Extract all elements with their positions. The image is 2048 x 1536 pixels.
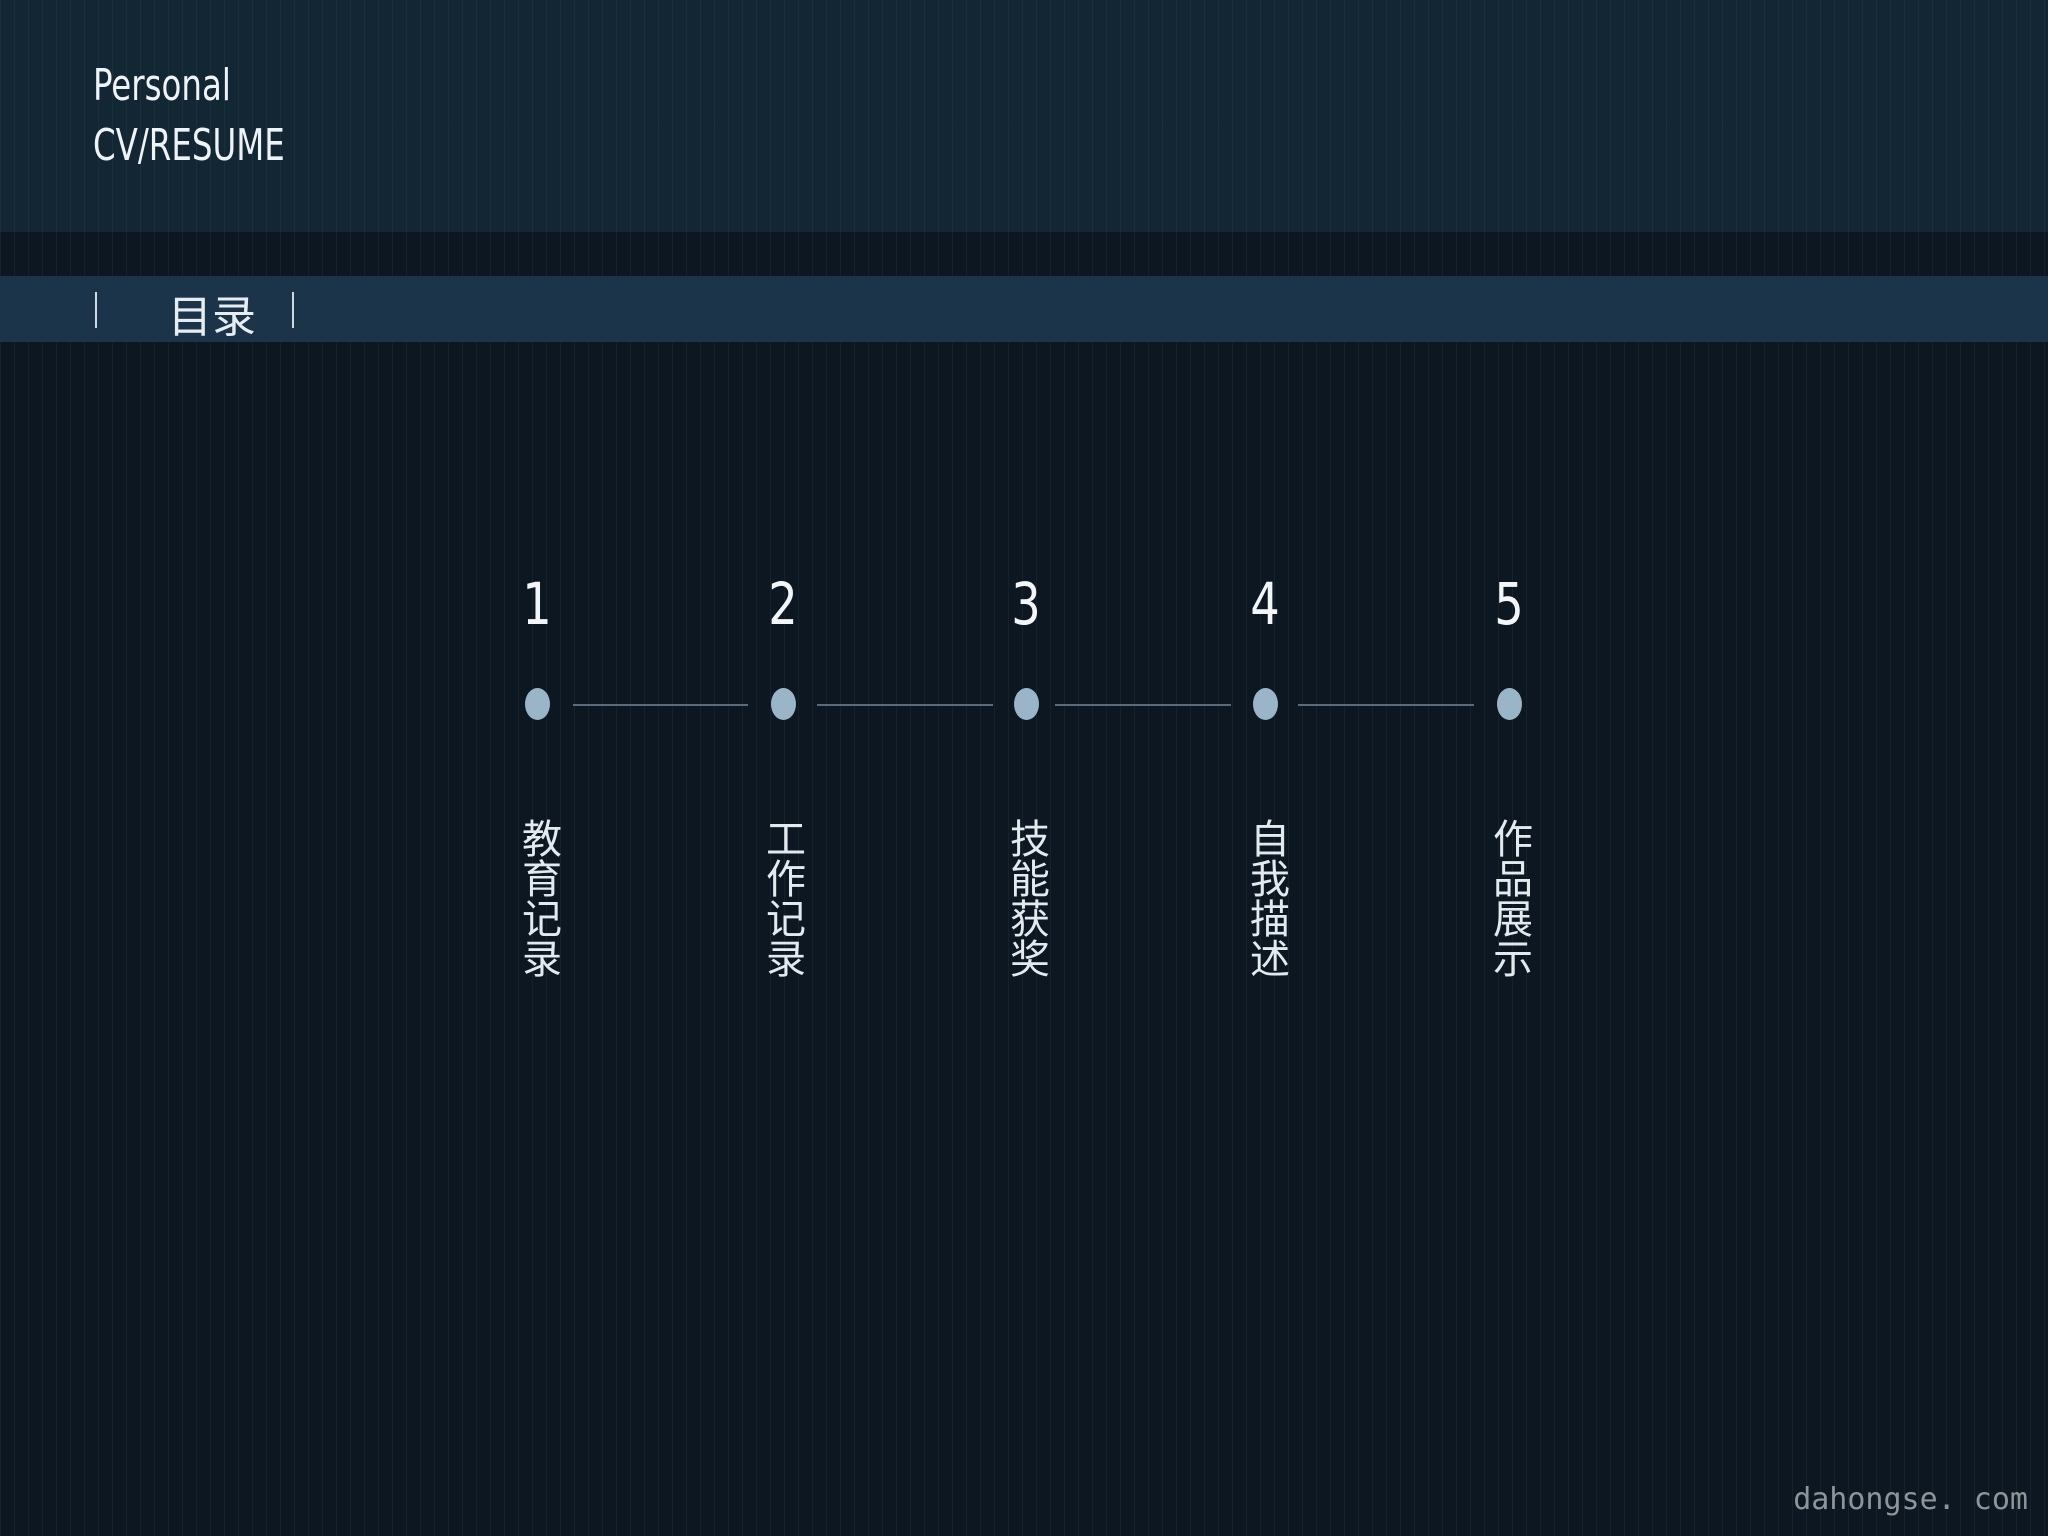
watermark-text: dahongse. com bbox=[1793, 1482, 2028, 1517]
timeline-connector-2-3 bbox=[817, 704, 993, 706]
step-label-portfolio[interactable]: 作品展示 bbox=[1478, 778, 1538, 1018]
timeline-connector-1-2 bbox=[573, 704, 748, 706]
step-label-skills[interactable]: 技能获奖 bbox=[995, 778, 1055, 1018]
step-dot-5[interactable] bbox=[1497, 688, 1522, 720]
timeline-connector-4-5 bbox=[1298, 704, 1474, 706]
step-dot-1[interactable] bbox=[525, 688, 550, 720]
contents-right-divider bbox=[292, 292, 294, 328]
step-dot-2[interactable] bbox=[771, 688, 796, 720]
timeline-connector-3-4 bbox=[1055, 704, 1231, 706]
step-number-4: 4 bbox=[1250, 570, 1280, 638]
contents-left-divider bbox=[95, 292, 97, 328]
step-number-3: 3 bbox=[1011, 570, 1041, 638]
step-dot-4[interactable] bbox=[1253, 688, 1278, 720]
step-dot-3[interactable] bbox=[1014, 688, 1039, 720]
slide-page: Personal CV/RESUME 目录 1 教育记录 2 工作记录 3 技能… bbox=[0, 0, 2048, 1536]
step-label-self-description[interactable]: 自我描述 bbox=[1235, 778, 1295, 1018]
contents-band bbox=[0, 276, 2048, 342]
step-label-work[interactable]: 工作记录 bbox=[751, 778, 811, 1018]
contents-heading: 目录 bbox=[168, 292, 256, 343]
step-number-1: 1 bbox=[522, 570, 552, 638]
step-number-5: 5 bbox=[1494, 570, 1524, 638]
step-label-education[interactable]: 教育记录 bbox=[507, 778, 567, 1018]
resume-title: Personal CV/RESUME bbox=[93, 56, 285, 176]
step-number-2: 2 bbox=[768, 570, 798, 638]
title-line-personal: Personal bbox=[93, 60, 231, 111]
title-line-cv-resume: CV/RESUME bbox=[93, 120, 285, 171]
header-band bbox=[0, 0, 2048, 232]
